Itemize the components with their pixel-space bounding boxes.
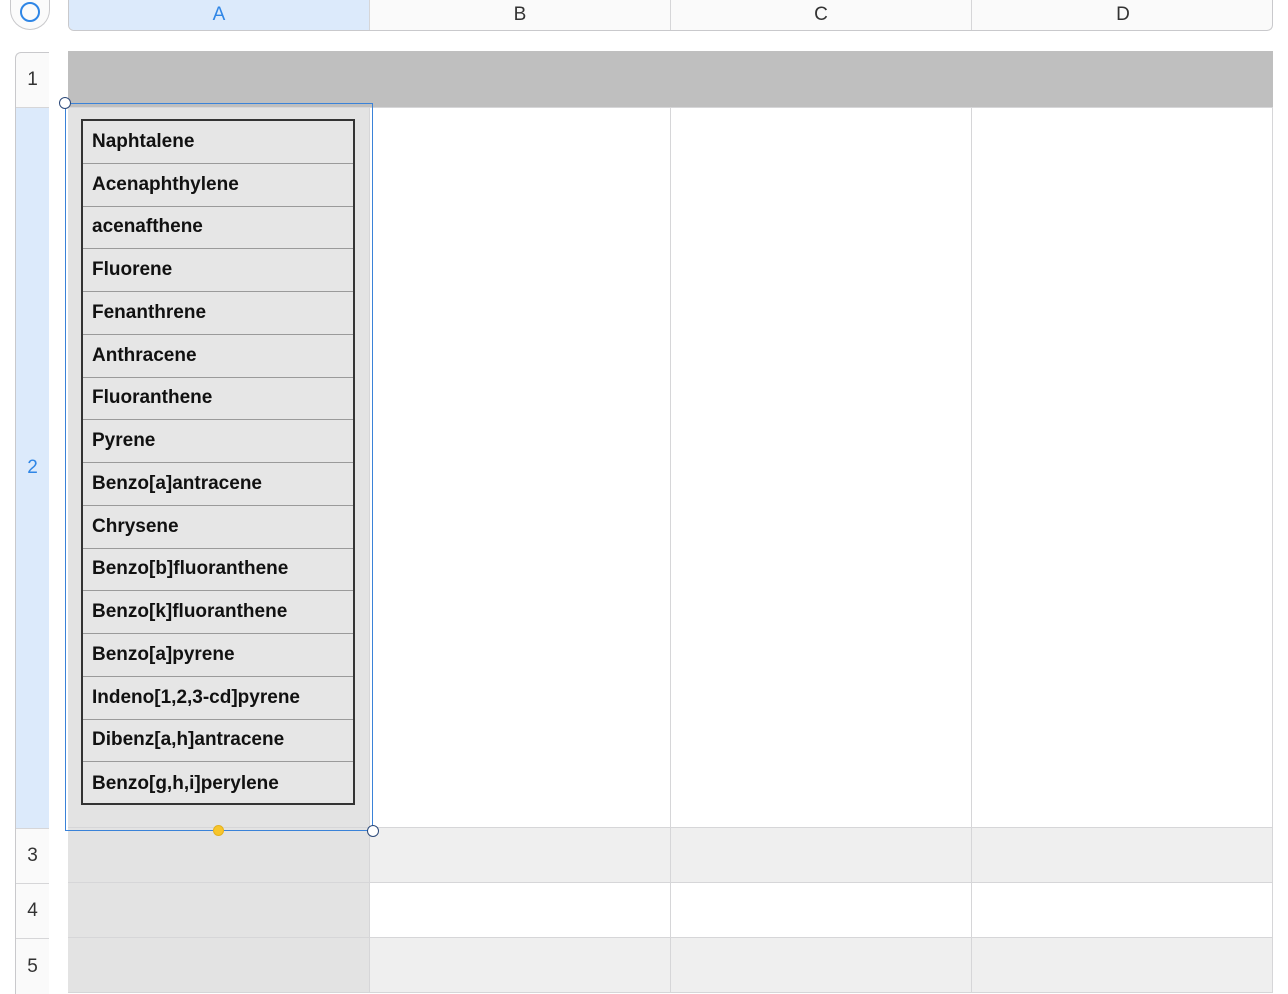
divider [68,992,1273,993]
autofill-handle[interactable] [213,825,224,836]
row-header-bar: 1 2 3 4 5 [15,52,49,994]
header-row[interactable] [68,51,1273,107]
divider [971,107,972,992]
divider [670,107,671,992]
row-header-3[interactable]: 3 [16,829,49,884]
circle-icon [20,2,40,22]
cell-selection-frame [65,103,373,831]
select-all-button[interactable] [10,0,50,30]
column-header-b[interactable]: B [370,0,671,30]
resize-handle-bottom-right[interactable] [367,825,379,837]
row-header-4[interactable]: 4 [16,884,49,939]
row-header-5[interactable]: 5 [16,939,49,994]
divider [68,882,1273,883]
resize-handle-top-left[interactable] [59,97,71,109]
column-header-bar: A B C D [68,0,1273,31]
divider [1272,107,1273,992]
column-header-d[interactable]: D [972,0,1272,30]
divider [68,937,1273,938]
column-header-c[interactable]: C [671,0,972,30]
row-header-1[interactable]: 1 [16,53,49,108]
column-header-a[interactable]: A [69,0,370,30]
row-header-2[interactable]: 2 [16,108,49,829]
